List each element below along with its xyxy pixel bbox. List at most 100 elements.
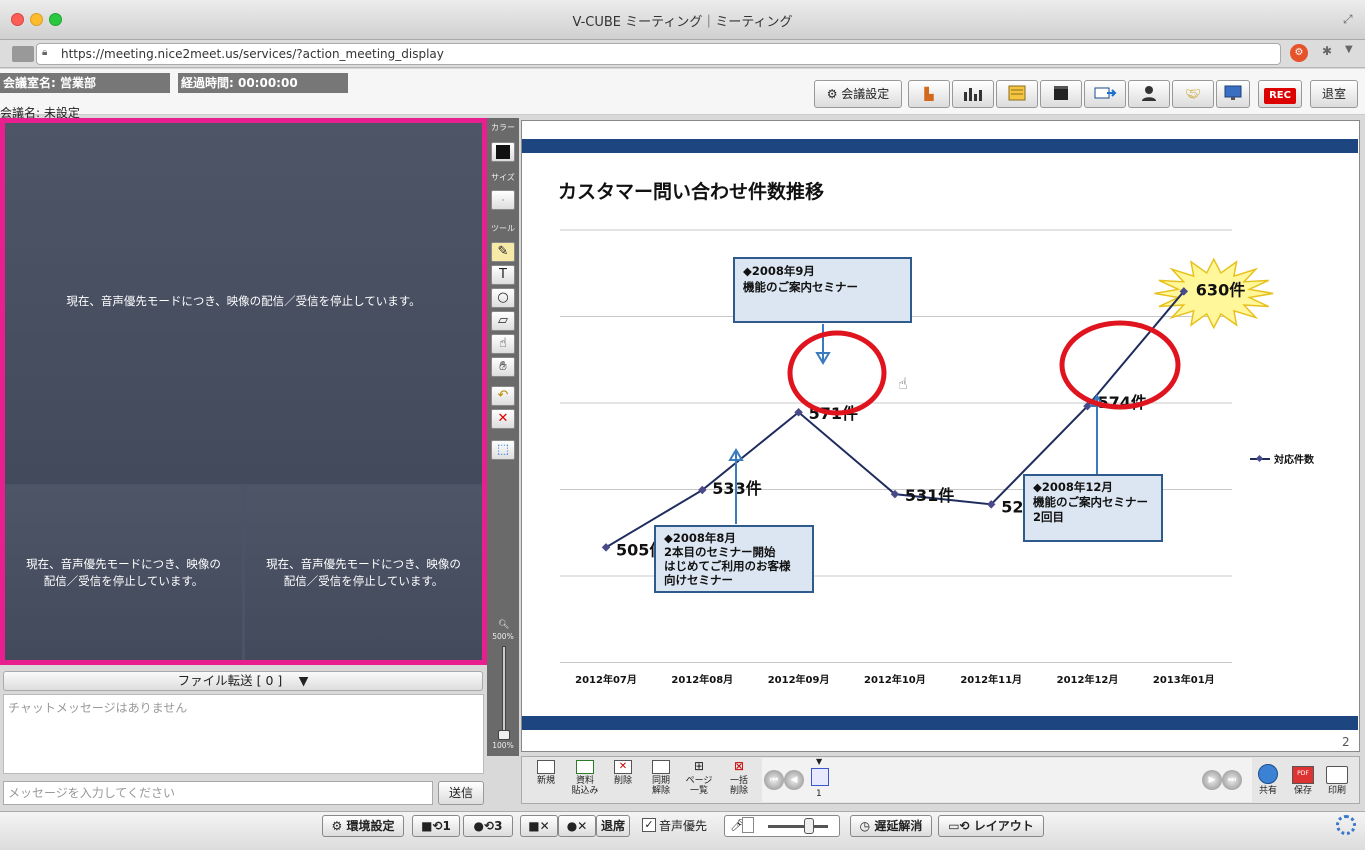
save-button[interactable]: PDF 保存 bbox=[1288, 760, 1318, 796]
camera-rotate-button[interactable]: ■⟲1 bbox=[412, 815, 460, 837]
last-page-button[interactable]: ⏭ bbox=[1222, 770, 1242, 790]
current-page-marker-icon: ▼ bbox=[816, 757, 823, 766]
volume-level-meter bbox=[742, 817, 754, 833]
elapsed-time: 経過時間: 00:00:00 bbox=[178, 73, 348, 93]
send-button[interactable]: 送信 bbox=[438, 781, 484, 805]
mail-arrow-icon bbox=[1094, 87, 1117, 99]
clear-button[interactable]: ✕ bbox=[491, 409, 515, 429]
dropdown-arrow-icon: ▼ bbox=[286, 673, 309, 688]
person-icon bbox=[1142, 86, 1156, 101]
layout-icon: ▭⟲ bbox=[948, 819, 974, 833]
callout-aug-line2: 2本目のセミナー開始 bbox=[664, 545, 776, 559]
monitor-icon bbox=[1224, 85, 1242, 100]
zoom-slider-track[interactable] bbox=[502, 646, 506, 738]
whiteboard-button[interactable] bbox=[996, 80, 1038, 108]
skip-back-icon: ⏮ bbox=[769, 775, 779, 785]
video-notice-line2: 配信／受信を停止しています。 bbox=[283, 574, 444, 588]
invite-button[interactable] bbox=[1084, 80, 1126, 108]
pencil-icon: ✎ bbox=[497, 244, 509, 259]
audio-priority-checkbox[interactable]: ✓ bbox=[642, 818, 656, 832]
hand-raise-button[interactable]: ▙ bbox=[908, 80, 950, 108]
callout-aug-line4: 向けセミナー bbox=[664, 573, 733, 587]
new-page-button[interactable]: 新規 bbox=[526, 760, 566, 786]
bulk-delete-icon: ⊠ bbox=[733, 759, 745, 773]
pointer-tool[interactable]: ☝ bbox=[491, 334, 515, 354]
dot-icon: · bbox=[501, 196, 505, 205]
x-tick-label: 2012年09月 bbox=[768, 673, 830, 686]
mic-rotate-button[interactable]: ●⟲3 bbox=[463, 815, 513, 837]
delete-page-icon: ✕ bbox=[614, 760, 632, 774]
video-tile-right: 現在、音声優先モードにつき、映像の 配信／受信を停止しています。 bbox=[245, 486, 482, 660]
hand-tool[interactable]: ✋︎ bbox=[491, 357, 515, 377]
zoom-slider-thumb[interactable] bbox=[498, 730, 510, 740]
extension-icon[interactable]: ⚙ bbox=[1290, 44, 1308, 62]
callout-aug-line1: ◆2008年8月 bbox=[664, 531, 736, 545]
layout-button[interactable]: ▭⟲ レイアウト bbox=[938, 815, 1044, 837]
shape-tool[interactable]: ○ bbox=[491, 288, 515, 308]
poll-button[interactable] bbox=[952, 80, 994, 108]
first-page-button[interactable]: ⏮ bbox=[764, 770, 784, 790]
callout-dec-line3: 2回目 bbox=[1033, 510, 1065, 524]
chevron-down-icon[interactable]: ▼ bbox=[1345, 44, 1353, 55]
camera-icon: ■⟲ bbox=[421, 819, 443, 833]
person-stand-icon: ▙ bbox=[924, 87, 934, 101]
eraser-tool[interactable]: ▱ bbox=[491, 311, 515, 331]
x-tick-label: 2012年10月 bbox=[864, 673, 926, 686]
zoom-min-label: 100% bbox=[492, 741, 514, 750]
desktop-share-button[interactable] bbox=[1216, 80, 1250, 108]
undo-button[interactable]: ↶ bbox=[491, 386, 515, 406]
volume-slider-track[interactable] bbox=[768, 825, 828, 828]
meeting-settings-button[interactable]: ⚙ 会議設定 bbox=[814, 80, 902, 108]
exit-button[interactable]: 退室 bbox=[1310, 80, 1358, 108]
bulk-delete-button[interactable]: ⊠ 一括 削除 bbox=[719, 760, 759, 796]
record-button[interactable]: REC bbox=[1258, 80, 1302, 108]
file-transfer-bar[interactable]: ファイル転送 [ 0 ] ▼ bbox=[3, 671, 483, 691]
handshake-button[interactable]: 🤝︎ bbox=[1172, 80, 1214, 108]
slide-title: カスタマー問い合わせ件数推移 bbox=[558, 181, 825, 203]
print-button[interactable]: 印刷 bbox=[1322, 760, 1352, 796]
page-list-button[interactable]: ⊞ ページ 一覧 bbox=[679, 760, 719, 796]
eraser-icon: ▱ bbox=[498, 313, 508, 328]
environment-settings-button[interactable]: ⚙ 環境設定 bbox=[322, 815, 404, 837]
camera-off-button[interactable]: ■✕ bbox=[520, 815, 558, 837]
color-picker[interactable] bbox=[491, 142, 515, 162]
pointing-hand-icon: ☝ bbox=[499, 336, 507, 351]
url-field[interactable]: https://meeting.nice2meet.us/services/?a… bbox=[36, 43, 1281, 65]
camera-off-icon: ■✕ bbox=[528, 819, 550, 833]
message-input[interactable]: メッセージを入力してください bbox=[3, 781, 433, 805]
mic-icon: ●⟲ bbox=[473, 819, 495, 833]
size-picker[interactable]: · bbox=[491, 190, 515, 210]
data-point bbox=[601, 543, 611, 552]
delay-cancel-button[interactable]: ◷ 遅延解消 bbox=[850, 815, 932, 837]
video-share-button[interactable] bbox=[1040, 80, 1082, 108]
video-notice-line2: 配信／受信を停止しています。 bbox=[43, 574, 204, 588]
capture-button[interactable]: ⬚ bbox=[491, 440, 515, 460]
play-back-icon: ◀ bbox=[790, 775, 798, 785]
mic-off-button[interactable]: ●✕ bbox=[558, 815, 596, 837]
volume-slider-thumb[interactable] bbox=[804, 818, 814, 834]
gear-icon: ⚙ bbox=[826, 87, 842, 101]
delete-page-button[interactable]: ✕ 削除 bbox=[603, 760, 643, 786]
unsync-button[interactable]: 同期 解除 bbox=[641, 760, 681, 796]
sidebar-toggle-icon[interactable] bbox=[12, 46, 34, 62]
share-button[interactable]: 共有 bbox=[1253, 760, 1283, 796]
participants-button[interactable] bbox=[1128, 80, 1170, 108]
slide-top-bar bbox=[522, 139, 1358, 153]
puzzle-icon[interactable]: ✱ bbox=[1322, 44, 1338, 62]
lock-icon: 🔒︎ bbox=[42, 47, 48, 58]
text-tool[interactable]: T bbox=[491, 265, 515, 285]
chat-log[interactable]: チャットメッセージはありません bbox=[3, 694, 484, 774]
video-tile-main: 現在、音声優先モードにつき、映像の配信／受信を停止しています。 bbox=[5, 123, 482, 484]
fullscreen-icon[interactable]: ⤢ bbox=[1343, 12, 1357, 26]
callout-aug-line3: はじめてご利用のお客様 bbox=[664, 559, 791, 573]
leave-seat-button[interactable]: 退席 bbox=[596, 815, 630, 837]
pencil-tool[interactable]: ✎ bbox=[491, 242, 515, 262]
page-thumbnail[interactable] bbox=[811, 768, 829, 786]
document-icon bbox=[1008, 85, 1026, 101]
paste-document-button[interactable]: 資料 貼込み bbox=[565, 760, 605, 796]
mic-off-icon: ●✕ bbox=[566, 819, 588, 833]
next-page-button[interactable]: ▶ bbox=[1202, 770, 1222, 790]
skip-forward-icon: ⏭ bbox=[1227, 775, 1237, 785]
prev-page-button[interactable]: ◀ bbox=[784, 770, 804, 790]
capture-icon: ⬚ bbox=[496, 442, 510, 457]
